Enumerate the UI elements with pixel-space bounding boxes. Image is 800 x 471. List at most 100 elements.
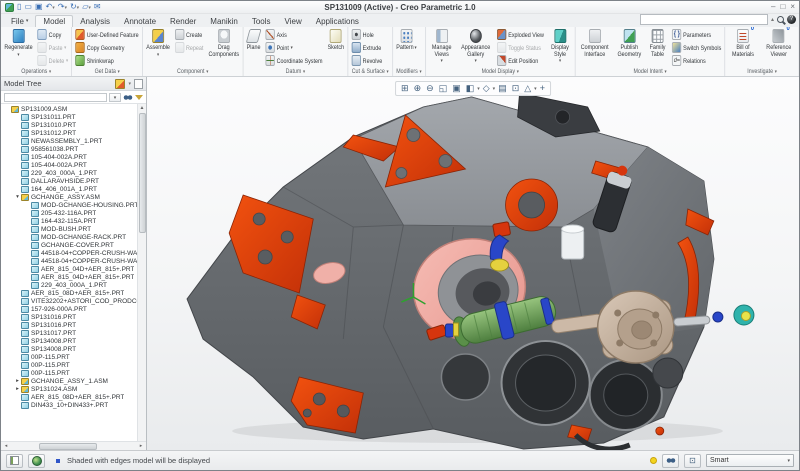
- group-menu-cut-surface[interactable]: Cut & Surface▾: [350, 67, 390, 77]
- scrollbar-thumb[interactable]: [139, 113, 146, 233]
- undo-icon[interactable]: ↶▾: [46, 2, 55, 13]
- tree-item[interactable]: 00P-115.PRT: [1, 353, 137, 361]
- expand-arrow-icon[interactable]: ▾: [14, 194, 21, 200]
- send-icon[interactable]: ✉: [94, 2, 101, 13]
- tree-settings-dropdown-icon[interactable]: ▾: [128, 81, 131, 87]
- reference-viewer-button[interactable]: 0Reference Viewer: [761, 28, 797, 67]
- scroll-right-icon[interactable]: ▸: [137, 443, 145, 449]
- tree-item[interactable]: AER_815_08D+AER_815+.PRT: [1, 393, 137, 401]
- tree-item[interactable]: GCHANGE-COVER.PRT: [1, 241, 137, 249]
- tree-item[interactable]: SP131017.PRT: [1, 329, 137, 337]
- select-region-button[interactable]: ⊡: [684, 454, 701, 468]
- assemble-button[interactable]: Assemble▾: [145, 28, 172, 67]
- component-interface-button[interactable]: Component Interface: [577, 28, 612, 67]
- save-icon[interactable]: ▣: [35, 2, 43, 13]
- copy-button[interactable]: Copy: [36, 29, 70, 41]
- tab-tools[interactable]: Tools: [245, 15, 278, 27]
- tab-model[interactable]: Model: [35, 15, 73, 27]
- group-menu-operations[interactable]: Operations▾: [3, 67, 70, 77]
- plane-button[interactable]: Plane: [245, 28, 262, 67]
- annotation-display-icon[interactable]: △: [522, 83, 533, 94]
- spin-center-icon[interactable]: +: [538, 83, 547, 94]
- scroll-up-icon[interactable]: ▲: [140, 104, 145, 112]
- group-menu-component[interactable]: Component▾: [145, 67, 241, 77]
- group-menu-datum[interactable]: Datum▾: [245, 67, 346, 77]
- refit-icon[interactable]: ◱: [437, 83, 450, 94]
- filter-funnel-icon[interactable]: [135, 95, 143, 100]
- tree-item[interactable]: SP131009.ASM: [1, 105, 137, 113]
- create-button[interactable]: Create: [173, 29, 205, 41]
- point-button[interactable]: Point▾: [264, 42, 324, 54]
- relations-button[interactable]: Relations: [671, 55, 723, 67]
- tree-item[interactable]: SP134008.PRT: [1, 337, 137, 345]
- tree-item[interactable]: SP131011.PRT: [1, 113, 137, 121]
- maximize-button[interactable]: □: [780, 1, 785, 12]
- tree-item[interactable]: 229_403_000A_1.PRT: [1, 169, 137, 177]
- tree-item[interactable]: SP131012.PRT: [1, 129, 137, 137]
- tree-item[interactable]: MOD-GCHANGE-HOUSING.PRT: [1, 201, 137, 209]
- tab-analysis[interactable]: Analysis: [73, 15, 117, 27]
- zoom-region-icon[interactable]: ⊞: [399, 83, 411, 94]
- search-icon[interactable]: [777, 16, 784, 23]
- find-button[interactable]: [662, 454, 679, 468]
- extrude-button[interactable]: Extrude: [350, 42, 384, 54]
- expand-arrow-icon[interactable]: ▸: [14, 378, 21, 384]
- selection-filter-dropdown[interactable]: Smart ▾: [706, 454, 794, 467]
- tree-filter-input[interactable]: [4, 93, 107, 102]
- tree-item[interactable]: 00P-115.PRT: [1, 361, 137, 369]
- drag-components-button[interactable]: Drag Components: [207, 28, 241, 67]
- scrollbar-thumb[interactable]: [39, 443, 97, 450]
- tree-settings-icon[interactable]: [115, 79, 125, 89]
- search-input[interactable]: [640, 14, 768, 25]
- family-table-button[interactable]: Family Table: [646, 28, 669, 67]
- browser-toggle-button[interactable]: [28, 454, 45, 468]
- tree-item[interactable]: DIN433_10+DIN433+.PRT: [1, 401, 137, 409]
- find-binoculars-icon[interactable]: [123, 94, 133, 101]
- view-manager-icon[interactable]: ▤: [496, 83, 509, 94]
- tree-item[interactable]: 00P-115.PRT: [1, 369, 137, 377]
- capture-icon[interactable]: ⊡: [510, 83, 522, 94]
- tree-item[interactable]: 44518-04+COPPER-CRUSH-WASHERS: [1, 249, 137, 257]
- tree-item[interactable]: AER_815_08D+AER_815+.PRT: [1, 289, 137, 297]
- tree-item[interactable]: 229_403_000A_1.PRT: [1, 281, 137, 289]
- regenerate-button[interactable]: Regenerate▾: [3, 28, 35, 67]
- tree-item[interactable]: 205-432-116A.PRT: [1, 209, 137, 217]
- tree-horizontal-scrollbar[interactable]: ◂ ▸: [1, 441, 146, 450]
- group-menu-modifiers[interactable]: Modifiers▾: [395, 67, 424, 77]
- copy-geometry-button[interactable]: Copy Geometry: [74, 42, 140, 54]
- tree-item[interactable]: ▸SP131024.ASM: [1, 385, 137, 393]
- manage-views-button[interactable]: Manage Views▾: [428, 28, 456, 67]
- bill-of-materials-button[interactable]: 0Bill of Materials: [727, 28, 759, 67]
- tab-view[interactable]: View: [278, 15, 309, 27]
- tab-file[interactable]: File▾: [4, 15, 35, 27]
- tree-item[interactable]: SP131016.PRT: [1, 313, 137, 321]
- tree-vertical-scrollbar[interactable]: ▲: [137, 104, 146, 441]
- switch-symbols-button[interactable]: Switch Symbols: [671, 42, 723, 54]
- tree-item[interactable]: DALLARAVHSIDE.PRT: [1, 177, 137, 185]
- tree-filter-combo[interactable]: ▾: [109, 93, 121, 102]
- scroll-left-icon[interactable]: ◂: [2, 443, 10, 449]
- model-tree-toggle-button[interactable]: [6, 454, 23, 468]
- tab-render[interactable]: Render: [163, 15, 203, 27]
- tab-manikin[interactable]: Manikin: [203, 15, 245, 27]
- tree-item[interactable]: 44518-04+COPPER-CRUSH-WASHERS: [1, 257, 137, 265]
- tree-item[interactable]: 157-926-000A.PRT: [1, 305, 137, 313]
- revolve-button[interactable]: Revolve: [350, 55, 384, 67]
- close-button[interactable]: ×: [790, 1, 795, 12]
- tree-item[interactable]: 164-432-115A.PRT: [1, 217, 137, 225]
- tree-item[interactable]: 105-404-002A.PRT: [1, 153, 137, 161]
- parameters-button[interactable]: Parameters: [671, 29, 723, 41]
- saved-orientations-icon[interactable]: ◇: [481, 83, 492, 94]
- coordinate-system-button[interactable]: Coordinate System: [264, 55, 324, 67]
- chevron-down-icon[interactable]: ▾: [493, 86, 496, 92]
- group-menu-investigate[interactable]: Investigate▾: [727, 67, 797, 77]
- tree-item[interactable]: SP131016.PRT: [1, 321, 137, 329]
- pattern-button[interactable]: Pattern▾: [395, 28, 419, 67]
- appearance-gallery-button[interactable]: Appearance Gallery▾: [458, 28, 494, 67]
- chevron-down-icon[interactable]: ▾: [477, 86, 480, 92]
- tree-item[interactable]: MOD-BUSH.PRT: [1, 225, 137, 233]
- chevron-down-icon[interactable]: ▾: [534, 86, 537, 92]
- minimize-button[interactable]: –: [771, 1, 775, 12]
- group-menu-model-display[interactable]: Model Display▾: [428, 67, 573, 77]
- repaint-icon[interactable]: ▣: [450, 83, 463, 94]
